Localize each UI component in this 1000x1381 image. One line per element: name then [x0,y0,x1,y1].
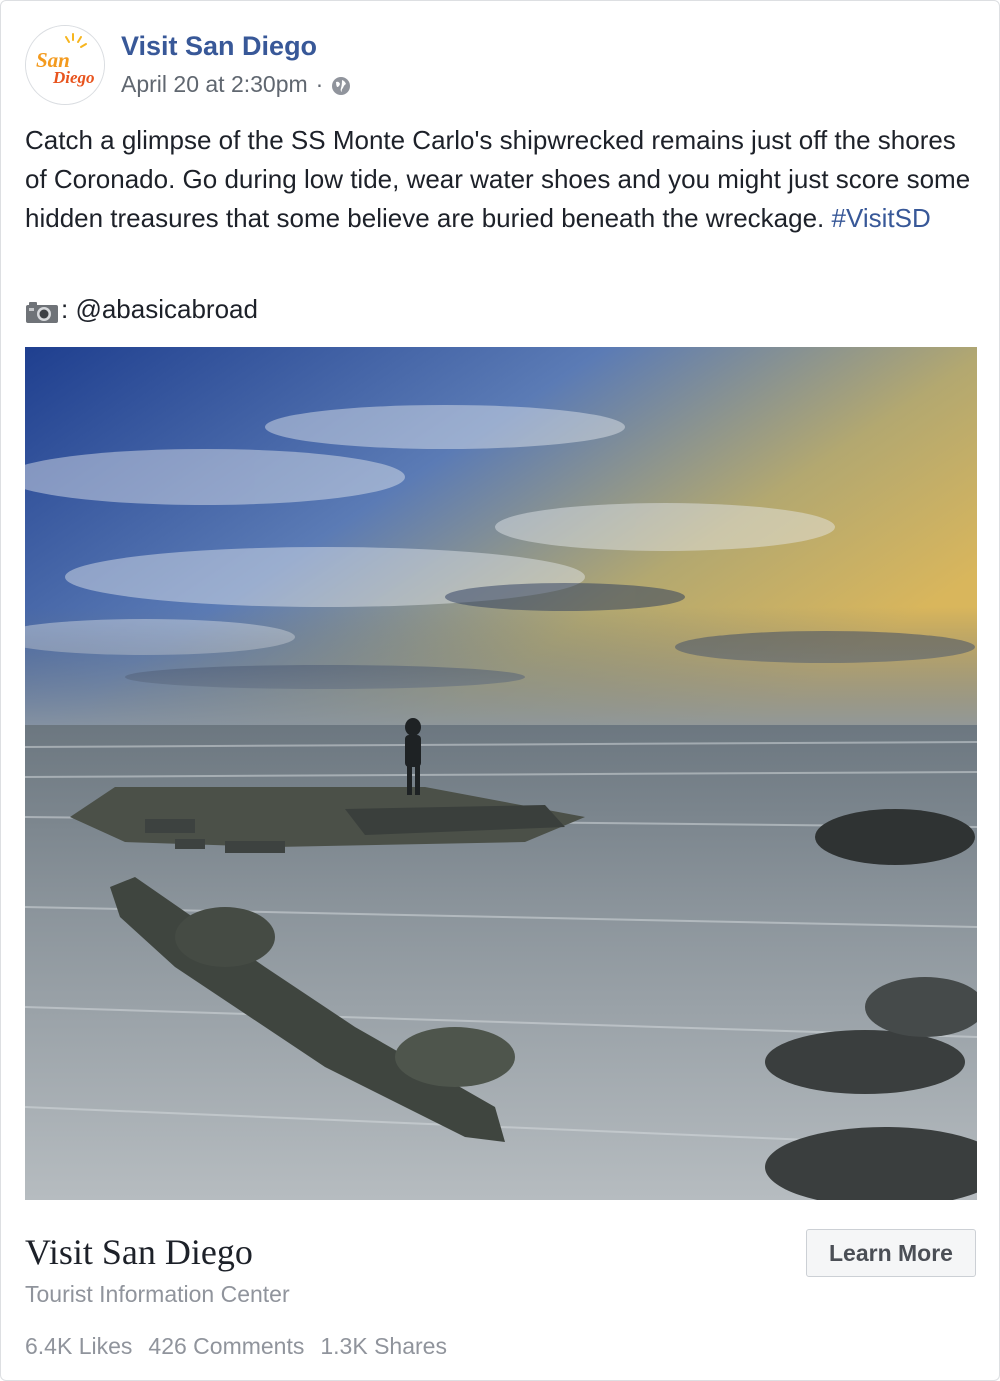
photo-credit: : @abasicabroad [25,291,258,327]
likes-count[interactable]: 6.4K Likes [25,1333,132,1360]
post-meta: April 20 at 2:30pm · [121,71,351,98]
shares-count[interactable]: 1.3K Shares [320,1333,447,1360]
post-card: San Diego Visit San Diego April 20 at 2:… [0,0,1000,1381]
comments-count[interactable]: 426 Comments [148,1333,304,1360]
visit-san-diego-logo: San Diego [26,26,104,104]
shipwreck-photo [25,347,977,1200]
attachment-title[interactable]: Visit San Diego [25,1231,253,1273]
post-timestamp[interactable]: April 20 at 2:30pm [121,71,308,98]
photo-credit-text: : @abasicabroad [61,294,258,324]
attachment-subtitle: Tourist Information Center [25,1281,290,1307]
meta-separator: · [315,71,324,97]
engagement-stats: 6.4K Likes 426 Comments 1.3K Shares [25,1333,447,1360]
post-body-text: Catch a glimpse of the SS Monte Carlo's … [25,125,971,233]
logo-text-diego: Diego [52,68,95,87]
page-avatar[interactable]: San Diego [25,25,105,105]
learn-more-button[interactable]: Learn More [806,1229,976,1277]
hashtag-link[interactable]: #VisitSD [832,203,931,233]
globe-icon[interactable] [331,75,351,95]
camera-icon [25,297,59,323]
post-photo[interactable] [25,347,977,1200]
post-text: Catch a glimpse of the SS Monte Carlo's … [25,121,980,238]
post-header: San Diego Visit San Diego April 20 at 2:… [25,25,965,105]
page-name-link[interactable]: Visit San Diego [121,31,317,62]
